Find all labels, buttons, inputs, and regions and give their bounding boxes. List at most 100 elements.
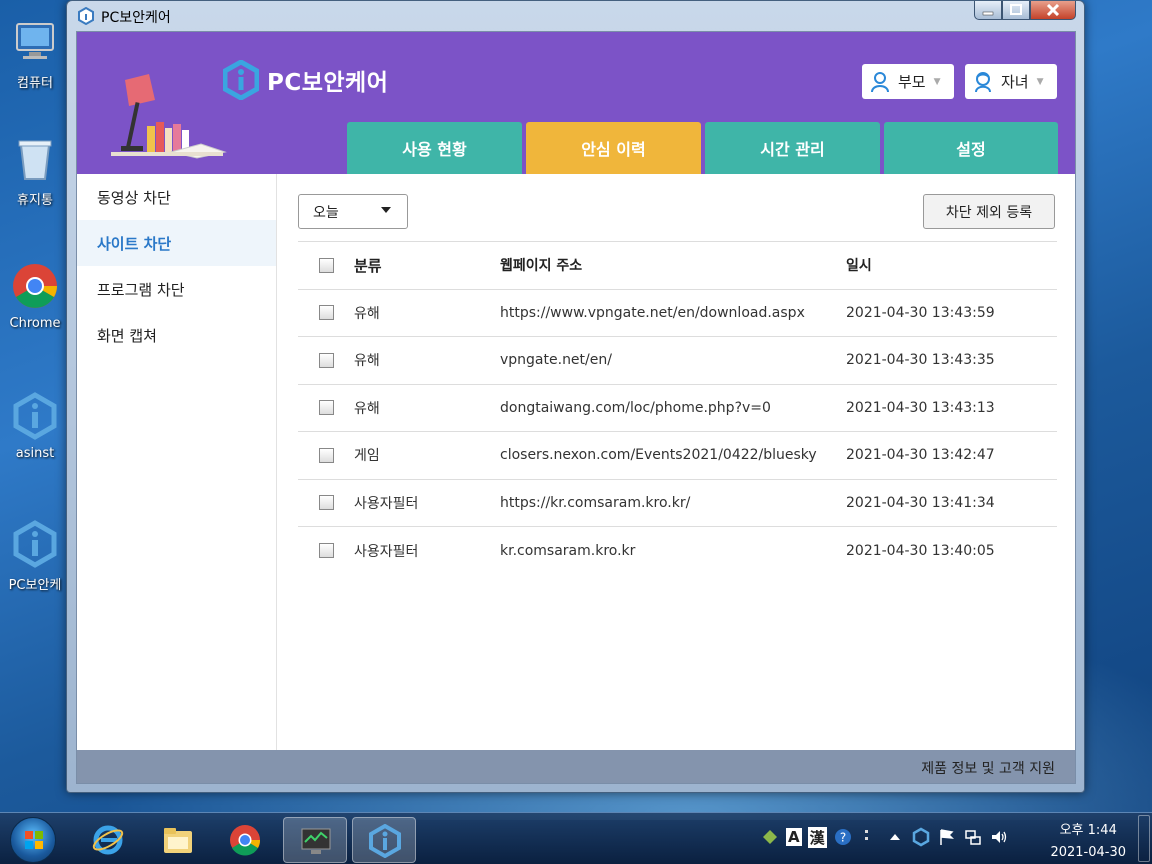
product-info-support-link[interactable]: 제품 정보 및 고객 지원 [921, 758, 1055, 778]
column-header-datetime: 일시 [846, 258, 872, 275]
row-url: kr.comsaram.kro.kr [500, 542, 636, 559]
table-row: 사용자필터 kr.comsaram.kro.kr 2021-04-30 13:4… [298, 527, 1057, 575]
chevron-down-icon: ▼ [933, 76, 941, 87]
chrome-icon [230, 825, 261, 856]
windows-logo-icon [25, 831, 43, 849]
table-row: 유해 https://www.vpngate.net/en/download.a… [298, 290, 1057, 337]
network-icon[interactable] [963, 827, 983, 847]
desktop-icon-computer[interactable]: 컴퓨터 [0, 18, 70, 91]
app-client-area: PC보안케어 부모 ▼ 자녀 ▼ 사용 현황 안심 이력 시간 관리 설정 동영… [76, 31, 1076, 784]
language-bar-icon[interactable] [760, 827, 780, 847]
close-button[interactable] [1030, 1, 1076, 20]
tab-time-management[interactable]: 시간 관리 [705, 122, 880, 174]
close-icon [1046, 4, 1060, 16]
recycle-bin-icon [11, 135, 59, 183]
row-checkbox[interactable] [318, 305, 334, 321]
show-desktop-button[interactable] [1138, 815, 1150, 862]
row-category: 유해 [354, 400, 380, 417]
role-parent-label: 부모 [898, 73, 926, 91]
monitor-icon [301, 828, 331, 854]
role-child-dropdown[interactable]: 자녀 ▼ [965, 64, 1057, 99]
sidebar-item-label: 화면 캡쳐 [97, 326, 157, 345]
window-titlebar[interactable]: PC보안케어 [67, 1, 1084, 31]
row-category: 사용자필터 [354, 495, 419, 512]
desktop-icon-recycle-bin[interactable]: 휴지통 [0, 135, 70, 208]
exclude-block-button[interactable]: 차단 제외 등록 [923, 194, 1055, 229]
row-checkbox[interactable] [318, 495, 334, 511]
volume-icon[interactable] [989, 827, 1009, 847]
select-all-checkbox[interactable] [318, 257, 334, 273]
desktop-icon-label: 컴퓨터 [17, 76, 53, 91]
taskbar-explorer[interactable] [146, 817, 210, 863]
action-center-flag-icon[interactable] [937, 827, 957, 847]
sidebar-item-program-block[interactable]: 프로그램 차단 [77, 266, 276, 312]
tab-settings[interactable]: 설정 [884, 122, 1058, 174]
blocked-sites-table: 분류 웹페이지 주소 일시 유해 https://www.vpngate.net… [298, 241, 1057, 575]
app-logo-icon [78, 7, 94, 25]
row-category: 사용자필터 [354, 543, 419, 560]
system-tray: A 漢 ? [760, 822, 1009, 852]
taskbar-clock[interactable]: 오후 1:44 2021-04-30 [1050, 820, 1126, 864]
asinst-icon [11, 392, 59, 440]
taskbar-chrome[interactable] [213, 817, 277, 863]
column-header-category: 분류 [354, 256, 382, 275]
tab-safety-history[interactable]: 안심 이력 [526, 122, 701, 174]
row-url: https://www.vpngate.net/en/download.aspx [500, 304, 805, 321]
window-title: PC보안케어 [101, 10, 171, 26]
table-row: 유해 vpngate.net/en/ 2021-04-30 13:43:35 [298, 337, 1057, 385]
app-header: PC보안케어 부모 ▼ 자녀 ▼ 사용 현황 안심 이력 시간 관리 설정 [77, 32, 1075, 174]
help-icon[interactable]: ? [833, 827, 853, 847]
main-content: 오늘 차단 제외 등록 분류 웹페이지 주소 일시 유해 https://www… [278, 174, 1075, 750]
desktop-icon-label: Chrome [9, 316, 61, 331]
app-brand: PC보안케어 [223, 60, 388, 100]
sidebar-item-label: 사이트 차단 [97, 234, 172, 253]
ime-mode-icon[interactable]: A [786, 828, 802, 846]
sidebar-item-screen-capture[interactable]: 화면 캡쳐 [77, 312, 276, 358]
pc-security-tray-icon[interactable] [911, 827, 931, 847]
pc-security-care-icon [11, 520, 59, 568]
desktop-icon-pc-security-care[interactable]: PC보안케 [0, 520, 70, 593]
row-datetime: 2021-04-30 13:43:59 [846, 304, 995, 321]
hanja-icon[interactable]: 漢 [807, 826, 827, 848]
row-checkbox[interactable] [318, 352, 334, 368]
maximize-button[interactable] [1002, 1, 1030, 20]
minimize-button[interactable] [974, 1, 1002, 20]
child-user-icon [975, 71, 991, 92]
taskbar-system-monitor[interactable] [283, 817, 347, 863]
tab-label: 시간 관리 [760, 140, 825, 159]
desktop-icon-asinst[interactable]: asinst [0, 392, 70, 461]
sidebar-item-label: 동영상 차단 [97, 188, 171, 207]
row-category: 유해 [354, 353, 380, 370]
row-checkbox[interactable] [318, 400, 334, 416]
show-hidden-icons-icon[interactable] [885, 827, 905, 847]
clock-date: 2021-04-30 [1050, 845, 1126, 860]
tab-label: 설정 [956, 140, 986, 159]
clock-time: 오후 1:44 [1059, 823, 1117, 838]
start-button[interactable] [10, 817, 56, 863]
app-window: PC보안케어 PC보안케어 부모 ▼ 자녀 ▼ 사용 현황 안심 이력 시간 관… [66, 0, 1085, 793]
period-select[interactable]: 오늘 [298, 194, 408, 229]
sidebar: 동영상 차단 사이트 차단 프로그램 차단 화면 캡쳐 [77, 174, 277, 750]
table-row: 사용자필터 https://kr.comsaram.kro.kr/ 2021-0… [298, 480, 1057, 527]
taskbar-ie[interactable] [76, 817, 140, 863]
brand-logo-icon [223, 60, 259, 100]
role-child-label: 자녀 [1001, 73, 1029, 91]
sidebar-item-site-block[interactable]: 사이트 차단 [77, 220, 276, 266]
row-checkbox[interactable] [318, 543, 334, 559]
desktop-icon-label: asinst [15, 446, 55, 461]
sidebar-item-video-block[interactable]: 동영상 차단 [77, 174, 276, 220]
row-url: dongtaiwang.com/loc/phome.php?v=0 [500, 399, 771, 416]
role-parent-dropdown[interactable]: 부모 ▼ [862, 64, 954, 99]
tab-label: 사용 현황 [402, 140, 467, 159]
row-category: 유해 [354, 305, 380, 322]
period-select-value: 오늘 [313, 204, 339, 221]
tab-usage[interactable]: 사용 현황 [347, 122, 522, 174]
desk-lamp-books-illustration [101, 72, 231, 176]
minimize-icon [982, 11, 994, 16]
row-checkbox[interactable] [318, 447, 334, 463]
desktop-icon-chrome[interactable]: Chrome [0, 262, 70, 331]
taskbar-pc-security-care[interactable] [352, 817, 416, 863]
options-icon[interactable] [859, 827, 879, 847]
row-datetime: 2021-04-30 13:42:47 [846, 447, 995, 464]
svg-text:?: ? [839, 831, 845, 845]
